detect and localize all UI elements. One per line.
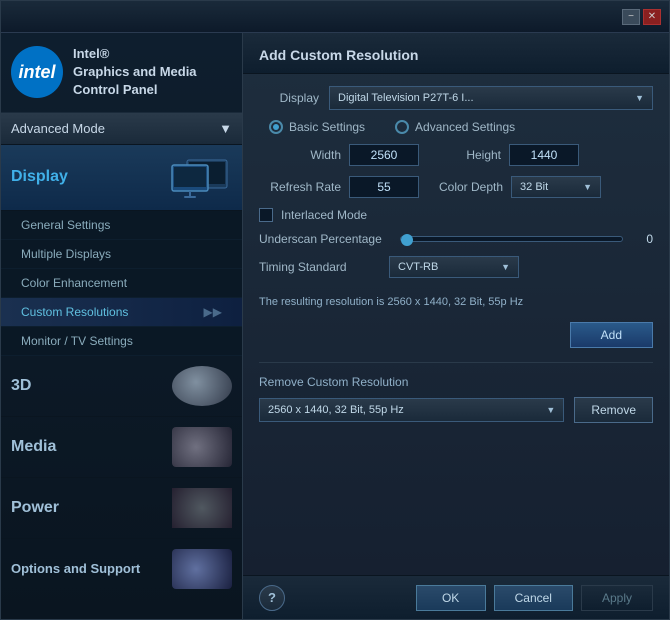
sidebar: intel Intel®Graphics and MediaControl Pa… xyxy=(1,33,243,619)
app-window: − ✕ intel Intel®Graphics and MediaContro… xyxy=(0,0,670,620)
width-label: Width xyxy=(259,148,349,162)
nav-section: Display xyxy=(1,145,242,619)
timing-row: Timing Standard CVT-RB ▼ xyxy=(259,256,653,278)
sidebar-item-monitor-settings[interactable]: Monitor / TV Settings xyxy=(1,327,242,356)
custom-res-arrow-icon: ▶▶ xyxy=(204,305,222,319)
display-sub-items: General Settings Multiple Displays Color… xyxy=(1,211,242,356)
underscan-label: Underscan Percentage xyxy=(259,232,390,246)
sidebar-item-options-label: Options and Support xyxy=(11,561,172,576)
minimize-button[interactable]: − xyxy=(622,9,640,25)
interlaced-row: Interlaced Mode xyxy=(259,208,653,222)
help-button[interactable]: ? xyxy=(259,585,285,611)
underscan-row: Underscan Percentage 0 xyxy=(259,232,653,246)
basic-settings-radio-dot xyxy=(269,120,283,134)
display-row: Display Digital Television P27T-6 I... ▼ xyxy=(259,86,653,110)
sidebar-item-multiple-displays[interactable]: Multiple Displays xyxy=(1,240,242,269)
right-panel: Add Custom Resolution Display Digital Te… xyxy=(243,33,669,619)
sidebar-item-media[interactable]: Media xyxy=(1,417,242,478)
remove-resolution-dropdown[interactable]: 2560 x 1440, 32 Bit, 55p Hz ▼ xyxy=(259,398,564,422)
display-dropdown-arrow-icon: ▼ xyxy=(635,93,644,103)
add-button-row: Add xyxy=(259,322,653,348)
panel-header: Add Custom Resolution xyxy=(243,33,669,74)
timing-dropdown[interactable]: CVT-RB ▼ xyxy=(389,256,519,278)
refresh-row: Refresh Rate Color Depth 32 Bit ▼ xyxy=(259,176,653,198)
advanced-settings-radio[interactable]: Advanced Settings xyxy=(395,120,515,134)
close-button[interactable]: ✕ xyxy=(643,9,661,25)
remove-row: 2560 x 1440, 32 Bit, 55p Hz ▼ Remove xyxy=(259,397,653,423)
sidebar-item-options-support[interactable]: Options and Support xyxy=(1,539,242,600)
timing-label: Timing Standard xyxy=(259,260,389,274)
panel-body: Display Digital Television P27T-6 I... ▼… xyxy=(243,74,669,575)
sidebar-item-power[interactable]: Power xyxy=(1,478,242,539)
intel-logo: intel xyxy=(11,46,63,98)
panel-title: Add Custom Resolution xyxy=(259,47,653,63)
logo-area: intel Intel®Graphics and MediaControl Pa… xyxy=(1,33,242,113)
refresh-rate-input[interactable] xyxy=(349,176,419,198)
section-divider xyxy=(259,362,653,363)
interlaced-label: Interlaced Mode xyxy=(281,208,367,222)
mode-selector[interactable]: Advanced Mode ▼ xyxy=(1,113,242,145)
color-depth-label: Color Depth xyxy=(439,180,511,194)
sidebar-item-3d[interactable]: 3D xyxy=(1,356,242,417)
sidebar-item-3d-label: 3D xyxy=(11,377,172,395)
media-icon xyxy=(172,427,232,467)
display-dropdown[interactable]: Digital Television P27T-6 I... ▼ xyxy=(329,86,653,110)
app-title: Intel®Graphics and MediaControl Panel xyxy=(73,45,197,100)
cancel-button[interactable]: Cancel xyxy=(494,585,573,611)
sidebar-item-media-label: Media xyxy=(11,438,172,456)
slider-thumb[interactable] xyxy=(401,234,413,246)
display-label: Display xyxy=(259,91,329,105)
main-content: intel Intel®Graphics and MediaControl Pa… xyxy=(1,33,669,619)
advanced-settings-radio-dot xyxy=(395,120,409,134)
underscan-value: 0 xyxy=(633,232,653,246)
power-icon xyxy=(172,488,232,528)
height-input[interactable] xyxy=(509,144,579,166)
sidebar-item-custom-resolutions[interactable]: Custom Resolutions ▶▶ xyxy=(1,298,242,327)
underscan-slider[interactable] xyxy=(400,236,623,242)
basic-settings-radio[interactable]: Basic Settings xyxy=(269,120,365,134)
options-icon xyxy=(172,549,232,589)
settings-radio-group: Basic Settings Advanced Settings xyxy=(269,120,653,134)
sidebar-item-power-label: Power xyxy=(11,499,172,517)
timing-arrow-icon: ▼ xyxy=(501,262,510,272)
height-label: Height xyxy=(439,148,509,162)
interlaced-checkbox[interactable] xyxy=(259,208,273,222)
width-input[interactable] xyxy=(349,144,419,166)
remove-dropdown-arrow-icon: ▼ xyxy=(546,405,555,415)
add-button[interactable]: Add xyxy=(570,322,653,348)
apply-button[interactable]: Apply xyxy=(581,585,653,611)
title-bar: − ✕ xyxy=(1,1,669,33)
3d-icon xyxy=(172,366,232,406)
ok-button[interactable]: OK xyxy=(416,585,486,611)
sidebar-item-color-enhancement[interactable]: Color Enhancement xyxy=(1,269,242,298)
display-icon xyxy=(167,155,232,200)
mode-label: Advanced Mode xyxy=(11,121,105,136)
mode-arrow-icon: ▼ xyxy=(219,121,232,136)
color-depth-dropdown[interactable]: 32 Bit ▼ xyxy=(511,176,601,198)
remove-section-title: Remove Custom Resolution xyxy=(259,375,653,389)
sidebar-item-general-settings[interactable]: General Settings xyxy=(1,211,242,240)
sidebar-item-display[interactable]: Display xyxy=(1,145,242,211)
sidebar-item-display-label: Display xyxy=(11,168,167,186)
dimensions-row: Width Height xyxy=(259,144,653,166)
refresh-label: Refresh Rate xyxy=(259,180,349,194)
color-depth-arrow-icon: ▼ xyxy=(583,182,592,192)
remove-button[interactable]: Remove xyxy=(574,397,653,423)
result-text: The resulting resolution is 2560 x 1440,… xyxy=(259,290,653,314)
bottom-bar: ? OK Cancel Apply xyxy=(243,575,669,619)
